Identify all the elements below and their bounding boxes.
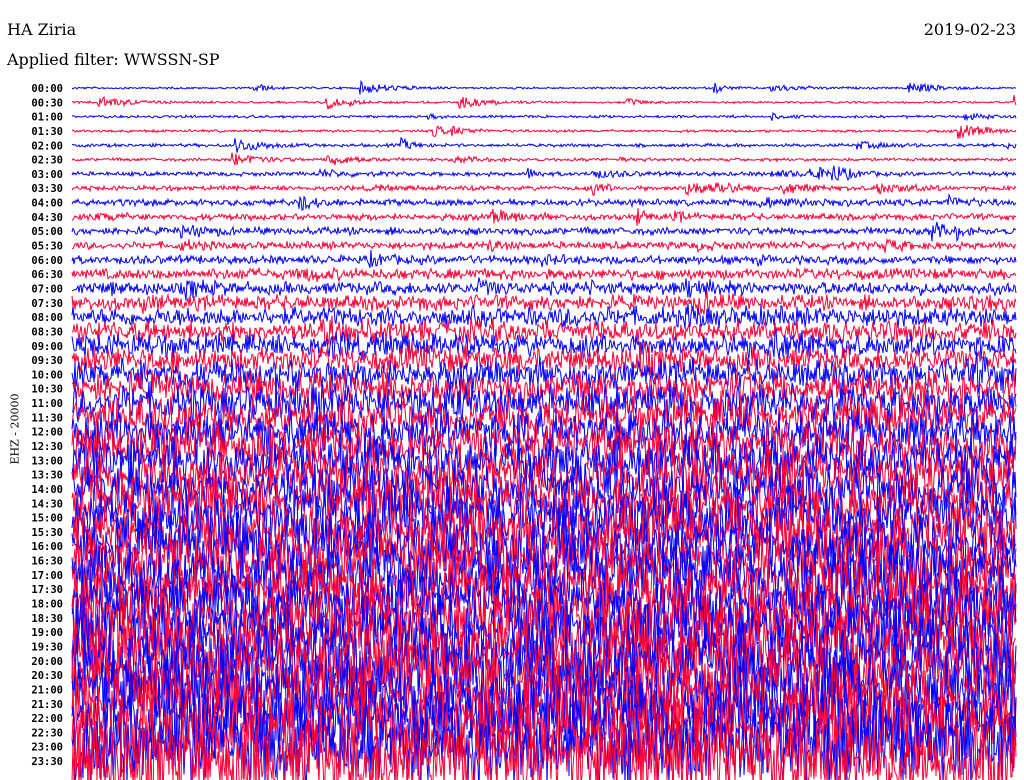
row-time-label: 13:30 — [31, 470, 63, 482]
row-time-label: 15:30 — [31, 527, 63, 539]
row-time-label: 18:30 — [31, 613, 63, 625]
row-time-label: 05:00 — [31, 226, 63, 238]
trace-0300 — [71, 165, 1017, 182]
row-time-label: 08:00 — [31, 312, 63, 324]
row-time-label: 02:30 — [31, 155, 63, 167]
row-time-label: 03:30 — [31, 183, 63, 195]
row-time-label: 13:00 — [31, 455, 63, 467]
row-time-label: 06:30 — [31, 269, 63, 281]
row-time-label: 02:00 — [31, 140, 63, 152]
trace-0630 — [71, 266, 1017, 283]
row-time-label: 14:00 — [31, 484, 63, 496]
row-time-label: 19:30 — [31, 641, 63, 653]
row-time-label: 08:30 — [31, 326, 63, 338]
trace-0530 — [71, 237, 1017, 253]
row-time-label: 15:00 — [31, 513, 63, 525]
trace-0000 — [71, 79, 1017, 95]
row-time-label: 01:30 — [31, 126, 63, 138]
trace-0430 — [71, 208, 1017, 226]
trace-0230 — [71, 152, 1017, 166]
row-time-label: 23:30 — [31, 756, 63, 768]
row-time-label: 09:00 — [31, 341, 63, 353]
row-time-label: 07:00 — [31, 283, 63, 295]
row-time-label: 17:00 — [31, 570, 63, 582]
row-time-label: 20:00 — [31, 656, 63, 668]
trace-0700 — [71, 277, 1017, 301]
trace-0100 — [71, 111, 1017, 122]
row-time-label: 23:00 — [31, 742, 63, 754]
row-time-label: 12:00 — [31, 427, 63, 439]
row-time-label: 21:00 — [31, 684, 63, 696]
row-time-label: 11:30 — [31, 412, 63, 424]
row-time-label: 21:30 — [31, 699, 63, 711]
row-time-label: 17:30 — [31, 584, 63, 596]
trace-0130 — [71, 125, 1017, 139]
trace-0200 — [71, 136, 1017, 153]
row-time-label: 05:30 — [31, 241, 63, 253]
trace-0030 — [71, 95, 1017, 110]
trace-0330 — [71, 181, 1017, 197]
row-time-label: 22:00 — [31, 713, 63, 725]
row-time-label: 07:30 — [31, 298, 63, 310]
row-time-label: 11:00 — [31, 398, 63, 410]
row-time-label: 16:30 — [31, 556, 63, 568]
row-time-label: 03:00 — [31, 169, 63, 181]
helicorder-plot: 00:00 00:30 01:00 01:30 02:00 02:30 03:00 03:30… — [31, 79, 1017, 780]
row-time-label: 14:30 — [31, 498, 63, 510]
trace-0400 — [71, 193, 1017, 211]
row-time-label: 12:30 — [31, 441, 63, 453]
row-time-label: 22:30 — [31, 727, 63, 739]
row-time-label: 04:30 — [31, 212, 63, 224]
row-time-label: 16:00 — [31, 541, 63, 553]
trace-0600 — [71, 249, 1017, 268]
row-time-label: 19:00 — [31, 627, 63, 639]
row-time-label: 06:00 — [31, 255, 63, 267]
row-time-label: 00:00 — [31, 83, 63, 95]
trace-0500 — [71, 221, 1017, 242]
row-time-label: 10:00 — [31, 369, 63, 381]
row-time-label: 04:00 — [31, 198, 63, 210]
row-time-label: 00:30 — [31, 97, 63, 109]
row-time-label: 18:00 — [31, 599, 63, 611]
row-time-label: 10:30 — [31, 384, 63, 396]
row-time-label: 09:30 — [31, 355, 63, 367]
row-time-label: 20:30 — [31, 670, 63, 682]
row-time-label: 01:00 — [31, 112, 63, 124]
